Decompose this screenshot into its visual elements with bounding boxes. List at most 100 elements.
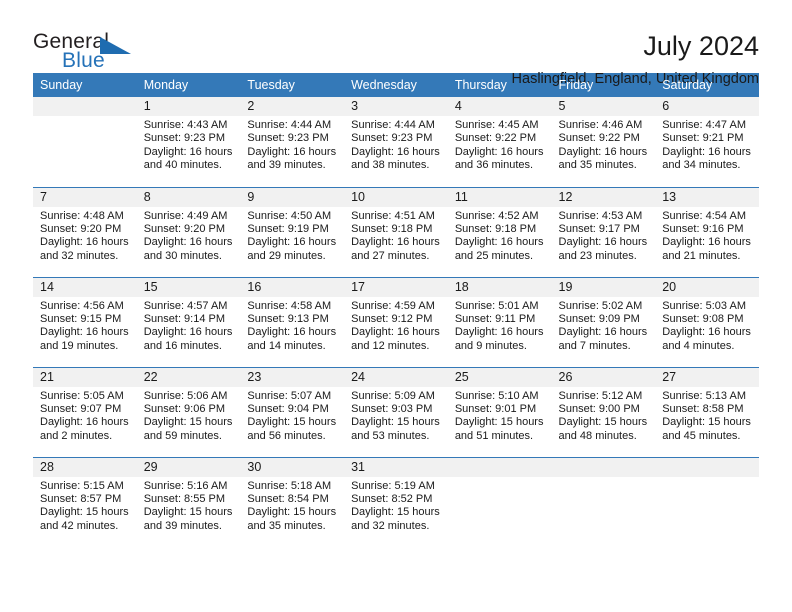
sunset-time: Sunset: 9:06 PM — [143, 402, 226, 415]
calendar-week-row: 14 Sunrise: 4:56 AM Sunset: 9:15 PM Dayligh… — [33, 277, 759, 367]
daylight-duration-line1: Daylight: 16 hours — [351, 145, 440, 158]
calendar-day-cell[interactable]: 13 Sunrise: 4:54 AM Sunset: 9:16 PM Dayligh… — [655, 187, 759, 277]
sunset-time: Sunset: 8:57 PM — [40, 492, 122, 505]
calendar-day-cell[interactable]: 31 Sunrise: 5:19 AM Sunset: 8:52 PM Dayligh… — [344, 457, 448, 547]
day-details — [33, 116, 137, 119]
daylight-duration-line2: and 35 minutes. — [247, 519, 326, 532]
calendar-day-cell[interactable]: 17 Sunrise: 4:59 AM Sunset: 9:12 PM Dayligh… — [344, 277, 448, 367]
sunset-time: Sunset: 9:19 PM — [247, 222, 329, 235]
weekday-header-wednesday: Wednesday — [344, 73, 448, 97]
calendar-day-cell[interactable]: 1 Sunrise: 4:43 AM Sunset: 9:23 PM Daylight… — [136, 97, 241, 187]
sunrise-time: Sunrise: 5:07 AM — [247, 389, 332, 402]
sunrise-time: Sunrise: 4:52 AM — [454, 209, 539, 222]
sunset-time: Sunset: 8:58 PM — [662, 402, 744, 415]
calendar-day-cell[interactable]: 19 Sunrise: 5:02 AM Sunset: 9:09 PM Dayligh… — [551, 277, 656, 367]
daylight-duration-line2: and 4 minutes. — [662, 339, 735, 352]
calendar-day-cell-empty — [33, 97, 137, 187]
day-details: Sunrise: 4:45 AM Sunset: 9:22 PM Daylight:… — [448, 116, 552, 173]
sunrise-time: Sunrise: 5:16 AM — [143, 479, 228, 492]
sunrise-time: Sunrise: 4:48 AM — [40, 209, 124, 222]
day-details: Sunrise: 5:06 AM Sunset: 9:06 PM Daylight:… — [137, 387, 241, 444]
calendar-day-cell[interactable]: 24 Sunrise: 5:09 AM Sunset: 9:03 PM Dayligh… — [344, 367, 448, 457]
calendar-day-cell[interactable]: 7 Sunrise: 4:48 AM Sunset: 9:20 PM Daylight… — [33, 187, 137, 277]
calendar-day-cell[interactable]: 6 Sunrise: 4:47 AM Sunset: 9:21 PM Daylight… — [655, 97, 759, 187]
calendar-day-cell[interactable]: 10 Sunrise: 4:51 AM Sunset: 9:18 PM Dayligh… — [344, 187, 448, 277]
calendar-day-cell[interactable]: 11 Sunrise: 4:52 AM Sunset: 9:18 PM Dayligh… — [447, 187, 552, 277]
day-details: Sunrise: 4:56 AM Sunset: 9:15 PM Daylight:… — [33, 297, 137, 354]
calendar-day-cell[interactable]: 18 Sunrise: 5:01 AM Sunset: 9:11 PM Dayligh… — [447, 277, 552, 367]
calendar-day-cell[interactable]: 15 Sunrise: 4:57 AM Sunset: 9:14 PM Dayligh… — [136, 277, 241, 367]
daylight-duration-line1: Daylight: 16 hours — [143, 145, 233, 158]
sunset-time: Sunset: 9:18 PM — [351, 222, 433, 235]
calendar-body: 1 Sunrise: 4:43 AM Sunset: 9:23 PM Daylight… — [33, 97, 759, 547]
sunrise-time: Sunrise: 5:02 AM — [558, 299, 643, 312]
daylight-duration-line1: Daylight: 16 hours — [662, 326, 751, 339]
calendar-day-cell[interactable]: 29 Sunrise: 5:16 AM Sunset: 8:55 PM Dayligh… — [136, 457, 241, 547]
day-number: 1 — [136, 97, 241, 116]
day-details: Sunrise: 5:03 AM Sunset: 9:08 PM Daylight:… — [655, 297, 759, 354]
daylight-duration-line2: and 59 minutes. — [143, 429, 222, 442]
day-number: 30 — [240, 457, 345, 477]
sunrise-sunset-calendar: Sunday Monday Tuesday Wednesday Thursday Frid… — [33, 73, 759, 547]
day-details: Sunrise: 5:18 AM Sunset: 8:54 PM Daylight:… — [240, 477, 344, 534]
day-number: 17 — [344, 277, 448, 297]
calendar-day-cell[interactable]: 5 Sunrise: 4:46 AM Sunset: 9:22 PM Daylight… — [551, 97, 656, 187]
day-details: Sunrise: 5:02 AM Sunset: 9:09 PM Daylight:… — [552, 297, 656, 354]
day-number: 13 — [655, 187, 759, 207]
daylight-duration-line2: and 39 minutes. — [247, 159, 326, 172]
daylight-duration-line1: Daylight: 15 hours — [40, 506, 129, 519]
calendar-day-cell[interactable]: 27 Sunrise: 5:13 AM Sunset: 8:58 PM Dayligh… — [655, 367, 759, 457]
calendar-day-cell[interactable]: 30 Sunrise: 5:18 AM Sunset: 8:54 PM Dayligh… — [240, 457, 345, 547]
calendar-day-cell[interactable]: 25 Sunrise: 5:10 AM Sunset: 9:01 PM Dayligh… — [447, 367, 552, 457]
calendar-day-cell[interactable]: 12 Sunrise: 4:53 AM Sunset: 9:17 PM Dayligh… — [551, 187, 656, 277]
calendar-day-cell[interactable]: 28 Sunrise: 5:15 AM Sunset: 8:57 PM Dayligh… — [33, 457, 137, 547]
sunset-time: Sunset: 9:03 PM — [351, 402, 433, 415]
daylight-duration-line2: and 21 minutes. — [662, 249, 741, 262]
sunset-time: Sunset: 9:23 PM — [247, 132, 329, 145]
calendar-day-cell[interactable]: 23 Sunrise: 5:07 AM Sunset: 9:04 PM Dayligh… — [240, 367, 345, 457]
title-block: July 2024 Haslingfield, England, United … — [512, 30, 759, 89]
daylight-duration-line2: and 14 minutes. — [247, 339, 326, 352]
day-number: 24 — [344, 367, 448, 387]
sunset-time: Sunset: 9:08 PM — [662, 312, 744, 325]
general-blue-logo[interactable]: General Blue — [33, 30, 163, 78]
daylight-duration-line2: and 51 minutes. — [454, 429, 534, 442]
calendar-day-cell[interactable]: 3 Sunrise: 4:44 AM Sunset: 9:23 PM Daylight… — [344, 97, 448, 187]
calendar-day-cell[interactable]: 16 Sunrise: 4:58 AM Sunset: 9:13 PM Dayligh… — [240, 277, 345, 367]
sunrise-time: Sunrise: 5:03 AM — [662, 299, 746, 312]
sunset-time: Sunset: 9:12 PM — [351, 312, 433, 325]
daylight-duration-line2: and 53 minutes. — [351, 429, 430, 442]
daylight-duration-line2: and 27 minutes. — [351, 249, 430, 262]
calendar-week-row: 1 Sunrise: 4:43 AM Sunset: 9:23 PM Daylight… — [33, 97, 759, 187]
day-number: 11 — [447, 187, 552, 207]
daylight-duration-line2: and 25 minutes. — [454, 249, 534, 262]
daylight-duration-line1: Daylight: 16 hours — [247, 145, 337, 158]
day-number: 16 — [240, 277, 345, 297]
sunrise-time: Sunrise: 4:43 AM — [143, 119, 228, 131]
daylight-duration-line2: and 9 minutes. — [454, 339, 527, 352]
day-number: 19 — [551, 277, 656, 297]
sunset-time: Sunset: 8:55 PM — [143, 492, 226, 505]
sunset-time: Sunset: 9:11 PM — [454, 312, 536, 325]
calendar-day-cell[interactable]: 8 Sunrise: 4:49 AM Sunset: 9:20 PM Daylight… — [136, 187, 241, 277]
calendar-day-cell[interactable]: 26 Sunrise: 5:12 AM Sunset: 9:00 PM Dayligh… — [551, 367, 656, 457]
calendar-day-cell[interactable]: 22 Sunrise: 5:06 AM Sunset: 9:06 PM Dayligh… — [136, 367, 241, 457]
calendar-day-cell[interactable]: 21 Sunrise: 5:05 AM Sunset: 9:07 PM Dayligh… — [33, 367, 137, 457]
day-details: Sunrise: 4:58 AM Sunset: 9:13 PM Daylight:… — [240, 297, 344, 354]
day-number: 23 — [240, 367, 345, 387]
logo-text-blue: Blue — [62, 49, 105, 72]
day-number: 26 — [551, 367, 656, 387]
calendar-day-cell[interactable]: 9 Sunrise: 4:50 AM Sunset: 9:19 PM Daylight… — [240, 187, 345, 277]
daylight-duration-line1: Daylight: 16 hours — [247, 236, 337, 249]
day-details: Sunrise: 4:50 AM Sunset: 9:19 PM Daylight:… — [240, 207, 344, 264]
page-header: General Blue July 2024 Haslingfield, Eng… — [33, 0, 759, 87]
calendar-day-cell[interactable]: 4 Sunrise: 4:45 AM Sunset: 9:22 PM Daylight… — [447, 97, 552, 187]
daylight-duration-line1: Daylight: 16 hours — [143, 236, 233, 249]
calendar-day-cell[interactable]: 2 Sunrise: 4:44 AM Sunset: 9:23 PM Daylight… — [240, 97, 345, 187]
calendar-day-cell[interactable]: 14 Sunrise: 4:56 AM Sunset: 9:15 PM Dayligh… — [33, 277, 137, 367]
daylight-duration-line1: Daylight: 16 hours — [558, 236, 648, 249]
daylight-duration-line1: Daylight: 15 hours — [662, 416, 751, 429]
sunrise-time: Sunrise: 4:44 AM — [247, 119, 332, 131]
calendar-day-cell[interactable]: 20 Sunrise: 5:03 AM Sunset: 9:08 PM Dayligh… — [655, 277, 759, 367]
day-details: Sunrise: 5:09 AM Sunset: 9:03 PM Daylight:… — [344, 387, 448, 444]
